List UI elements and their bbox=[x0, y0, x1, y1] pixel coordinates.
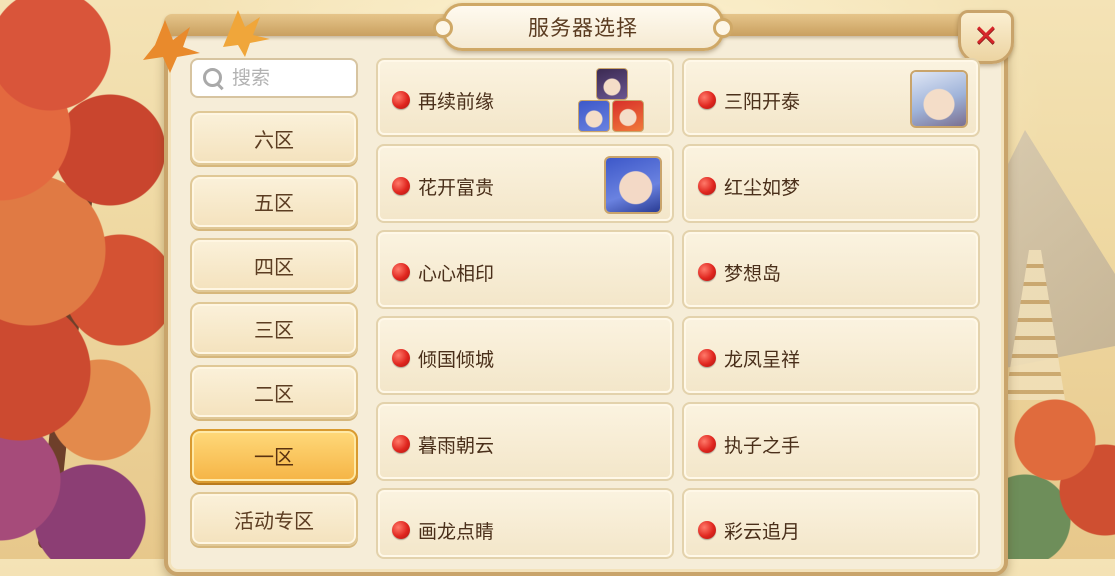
status-dot-icon bbox=[698, 91, 716, 109]
server-item[interactable]: 龙凤呈祥 bbox=[682, 316, 980, 395]
server-name: 龙凤呈祥 bbox=[724, 349, 801, 371]
zone-tab-5[interactable]: 五区 bbox=[190, 174, 358, 229]
server-name: 画龙点睛 bbox=[418, 521, 495, 543]
server-name: 彩云追月 bbox=[724, 521, 801, 543]
character-avatar-icon bbox=[910, 70, 968, 128]
server-item[interactable]: 暮雨朝云 bbox=[376, 402, 674, 481]
zone-tab-6[interactable]: 六区 bbox=[190, 111, 358, 165]
status-dot-icon bbox=[698, 263, 716, 281]
server-item[interactable]: 三阳开泰 bbox=[682, 58, 980, 137]
zone-tab-4[interactable]: 四区 bbox=[190, 238, 358, 292]
server-item[interactable]: 执子之手 bbox=[682, 402, 980, 481]
status-dot-icon bbox=[392, 263, 410, 281]
server-item[interactable]: 梦想岛 bbox=[682, 230, 980, 309]
server-name: 梦想岛 bbox=[724, 263, 782, 285]
status-dot-icon bbox=[698, 435, 716, 453]
character-avatar-icon bbox=[604, 156, 662, 214]
server-item[interactable]: 画龙点睛 bbox=[376, 488, 674, 559]
server-name: 倾国倾城 bbox=[418, 349, 495, 371]
zone-tab-event[interactable]: 活动专区 bbox=[190, 492, 358, 546]
status-dot-icon bbox=[698, 349, 716, 367]
character-avatar-icon bbox=[596, 68, 628, 100]
server-name: 花开富贵 bbox=[418, 177, 495, 199]
zone-tab-2[interactable]: 二区 bbox=[190, 365, 358, 419]
status-dot-icon bbox=[392, 521, 410, 539]
server-item[interactable]: 花开富贵 bbox=[376, 144, 674, 223]
zone-list: 六区 五区 四区 三区 二区 一区 活动专区 bbox=[190, 111, 358, 556]
server-item[interactable]: 红尘如梦 bbox=[682, 144, 980, 223]
server-name: 再续前缘 bbox=[418, 91, 495, 113]
status-dot-icon bbox=[392, 177, 410, 195]
page-title: 服务器选择 bbox=[528, 16, 638, 40]
server-name: 心心相印 bbox=[418, 263, 495, 285]
server-item[interactable]: 倾国倾城 bbox=[376, 316, 674, 395]
server-item[interactable]: 心心相印 bbox=[376, 230, 674, 309]
title-plate: 服务器选择 bbox=[433, 3, 733, 51]
close-x-icon: ✕ bbox=[973, 19, 999, 54]
search-input[interactable] bbox=[230, 62, 354, 94]
server-name: 三阳开泰 bbox=[724, 91, 801, 113]
close-button[interactable]: ✕ bbox=[958, 10, 1014, 64]
search-box[interactable] bbox=[190, 58, 358, 98]
zone-tab-1[interactable]: 一区 bbox=[190, 428, 358, 483]
character-avatar-icon bbox=[612, 100, 644, 132]
server-name: 执子之手 bbox=[724, 435, 801, 457]
server-item[interactable]: 彩云追月 bbox=[682, 488, 980, 559]
status-dot-icon bbox=[392, 91, 410, 109]
server-item[interactable]: 再续前缘 bbox=[376, 58, 674, 137]
status-dot-icon bbox=[698, 521, 716, 539]
zone-tab-3[interactable]: 三区 bbox=[190, 301, 358, 356]
status-dot-icon bbox=[392, 435, 410, 453]
server-name: 红尘如梦 bbox=[724, 177, 801, 199]
server-name: 暮雨朝云 bbox=[418, 435, 495, 457]
character-avatar-icon bbox=[578, 100, 610, 132]
status-dot-icon bbox=[392, 349, 410, 367]
status-dot-icon bbox=[698, 177, 716, 195]
search-icon bbox=[200, 65, 226, 91]
